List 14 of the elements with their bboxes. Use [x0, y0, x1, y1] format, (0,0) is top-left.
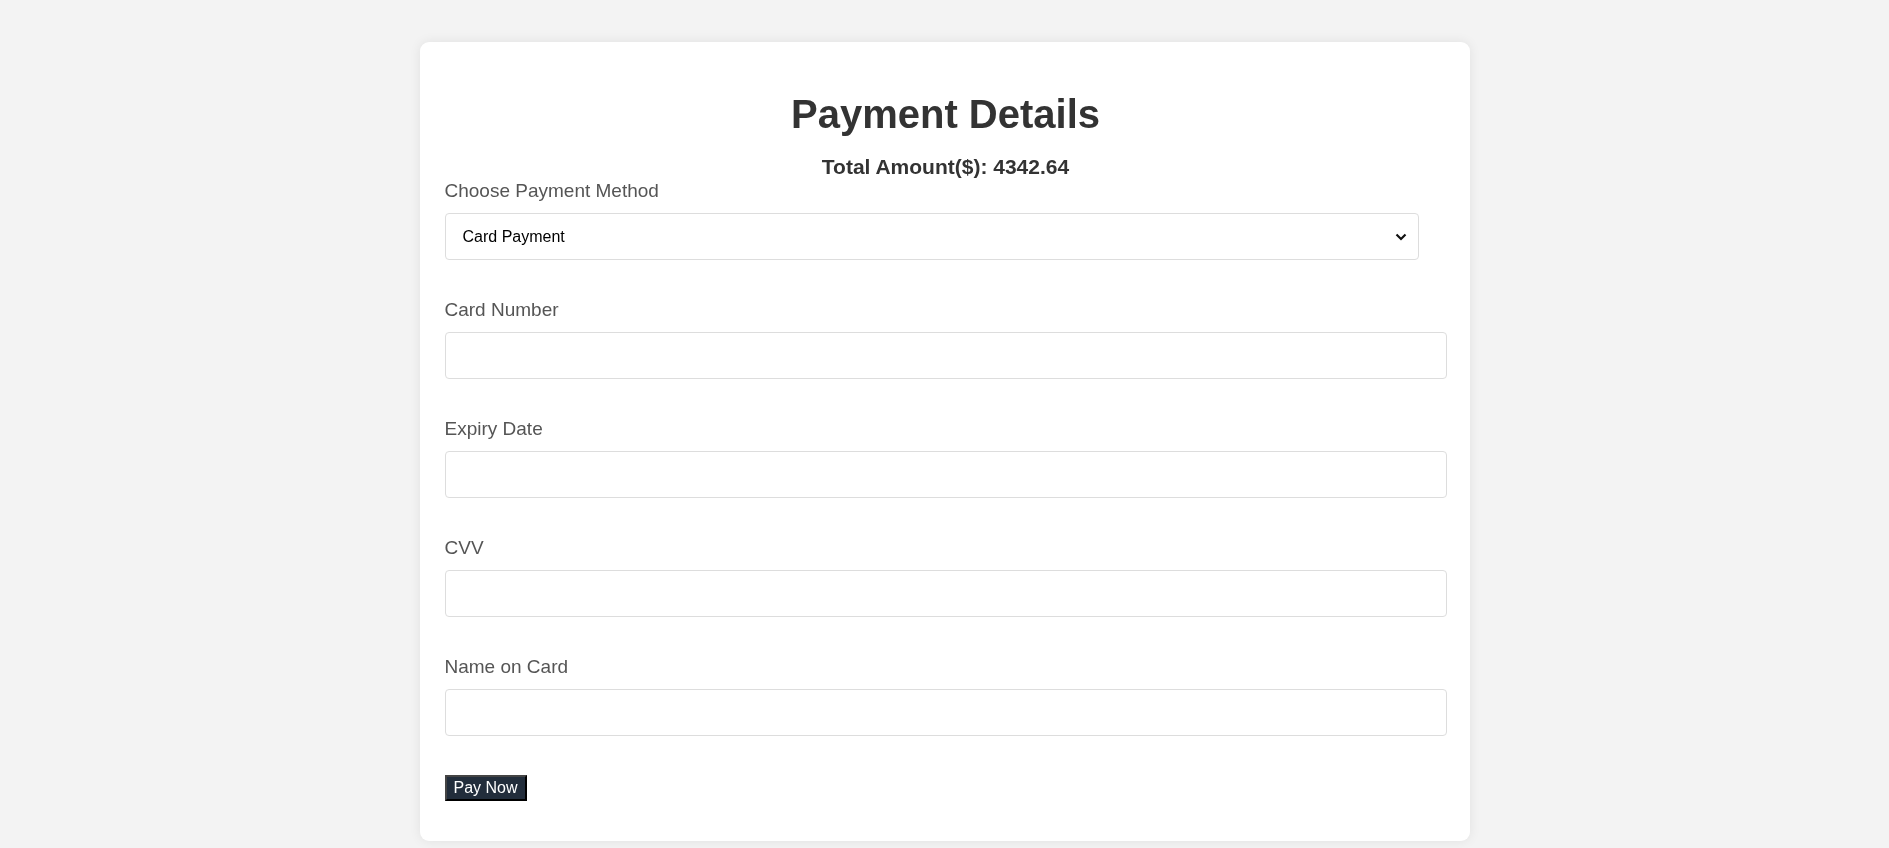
payment-method-select[interactable]: Card Payment	[444, 213, 1419, 260]
page-title: Payment Details	[790, 91, 1101, 138]
field-label: Card Number	[444, 299, 560, 321]
field-label: Choose Payment Method	[444, 180, 660, 202]
input-field[interactable]	[444, 451, 1447, 498]
field-label: Expiry Date	[444, 418, 544, 440]
input-field[interactable]	[444, 332, 1447, 379]
field-label: Name on Card	[444, 656, 570, 678]
pay-now-button[interactable]: Pay Now	[444, 775, 527, 801]
chevron-down-icon	[1394, 232, 1407, 241]
total-amount: Total Amount($): 4342.64	[820, 154, 1071, 180]
field-label: CVV	[444, 537, 485, 559]
input-field[interactable]	[444, 689, 1447, 736]
input-field[interactable]	[444, 570, 1447, 617]
